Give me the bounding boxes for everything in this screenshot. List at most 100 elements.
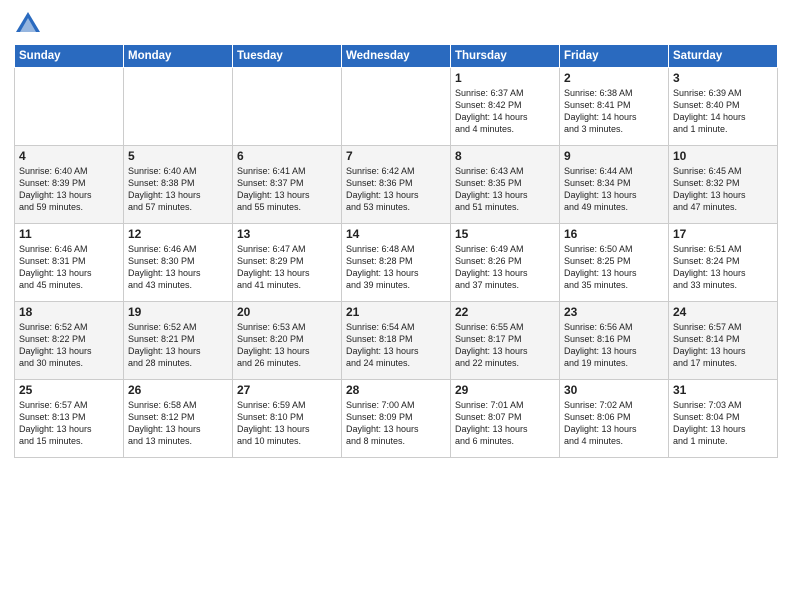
day-info: Sunrise: 6:50 AM Sunset: 8:25 PM Dayligh…	[564, 243, 664, 292]
day-info: Sunrise: 6:40 AM Sunset: 8:38 PM Dayligh…	[128, 165, 228, 214]
day-cell: 20 Sunrise: 6:53 AM Sunset: 8:20 PM Dayli…	[233, 302, 342, 380]
day-info: Sunrise: 6:55 AM Sunset: 8:17 PM Dayligh…	[455, 321, 555, 370]
logo	[14, 10, 46, 38]
day-info: Sunrise: 6:43 AM Sunset: 8:35 PM Dayligh…	[455, 165, 555, 214]
calendar-table: SundayMondayTuesdayWednesdayThursdayFrid…	[14, 44, 778, 458]
day-number: 2	[564, 71, 664, 85]
day-info: Sunrise: 6:46 AM Sunset: 8:31 PM Dayligh…	[19, 243, 119, 292]
header-cell-tuesday: Tuesday	[233, 45, 342, 68]
day-info: Sunrise: 6:52 AM Sunset: 8:22 PM Dayligh…	[19, 321, 119, 370]
day-number: 25	[19, 383, 119, 397]
day-cell: 27 Sunrise: 6:59 AM Sunset: 8:10 PM Dayli…	[233, 380, 342, 458]
day-cell: 8 Sunrise: 6:43 AM Sunset: 8:35 PM Daylig…	[451, 146, 560, 224]
header-cell-wednesday: Wednesday	[342, 45, 451, 68]
day-info: Sunrise: 6:47 AM Sunset: 8:29 PM Dayligh…	[237, 243, 337, 292]
day-cell: 31 Sunrise: 7:03 AM Sunset: 8:04 PM Dayli…	[669, 380, 778, 458]
day-info: Sunrise: 6:38 AM Sunset: 8:41 PM Dayligh…	[564, 87, 664, 136]
day-info: Sunrise: 6:53 AM Sunset: 8:20 PM Dayligh…	[237, 321, 337, 370]
day-number: 8	[455, 149, 555, 163]
day-info: Sunrise: 6:42 AM Sunset: 8:36 PM Dayligh…	[346, 165, 446, 214]
day-cell: 18 Sunrise: 6:52 AM Sunset: 8:22 PM Dayli…	[15, 302, 124, 380]
day-cell: 26 Sunrise: 6:58 AM Sunset: 8:12 PM Dayli…	[124, 380, 233, 458]
day-cell: 21 Sunrise: 6:54 AM Sunset: 8:18 PM Dayli…	[342, 302, 451, 380]
day-cell	[233, 68, 342, 146]
day-number: 15	[455, 227, 555, 241]
page-container: SundayMondayTuesdayWednesdayThursdayFrid…	[0, 0, 792, 466]
day-info: Sunrise: 7:03 AM Sunset: 8:04 PM Dayligh…	[673, 399, 773, 448]
day-cell: 25Sunrise: 6:57 AM Sunset: 8:13 PM Dayli…	[15, 380, 124, 458]
day-number: 21	[346, 305, 446, 319]
day-number: 26	[128, 383, 228, 397]
day-info: Sunrise: 6:51 AM Sunset: 8:24 PM Dayligh…	[673, 243, 773, 292]
day-number: 5	[128, 149, 228, 163]
day-cell: 3Sunrise: 6:39 AM Sunset: 8:40 PM Daylig…	[669, 68, 778, 146]
week-row-5: 25Sunrise: 6:57 AM Sunset: 8:13 PM Dayli…	[15, 380, 778, 458]
week-row-1: 1 Sunrise: 6:37 AM Sunset: 8:42 PM Daylig…	[15, 68, 778, 146]
header-cell-friday: Friday	[560, 45, 669, 68]
day-number: 23	[564, 305, 664, 319]
day-number: 27	[237, 383, 337, 397]
day-info: Sunrise: 6:52 AM Sunset: 8:21 PM Dayligh…	[128, 321, 228, 370]
day-number: 9	[564, 149, 664, 163]
day-number: 13	[237, 227, 337, 241]
day-cell	[342, 68, 451, 146]
day-info: Sunrise: 7:00 AM Sunset: 8:09 PM Dayligh…	[346, 399, 446, 448]
day-info: Sunrise: 6:46 AM Sunset: 8:30 PM Dayligh…	[128, 243, 228, 292]
day-number: 24	[673, 305, 773, 319]
day-number: 16	[564, 227, 664, 241]
day-cell: 24 Sunrise: 6:57 AM Sunset: 8:14 PM Dayli…	[669, 302, 778, 380]
day-number: 18	[19, 305, 119, 319]
day-cell: 14 Sunrise: 6:48 AM Sunset: 8:28 PM Dayli…	[342, 224, 451, 302]
day-cell: 23 Sunrise: 6:56 AM Sunset: 8:16 PM Dayli…	[560, 302, 669, 380]
day-cell: 9 Sunrise: 6:44 AM Sunset: 8:34 PM Daylig…	[560, 146, 669, 224]
week-row-2: 4 Sunrise: 6:40 AM Sunset: 8:39 PM Daylig…	[15, 146, 778, 224]
day-number: 10	[673, 149, 773, 163]
day-number: 4	[19, 149, 119, 163]
day-info: Sunrise: 6:41 AM Sunset: 8:37 PM Dayligh…	[237, 165, 337, 214]
day-cell: 6 Sunrise: 6:41 AM Sunset: 8:37 PM Daylig…	[233, 146, 342, 224]
week-row-4: 18 Sunrise: 6:52 AM Sunset: 8:22 PM Dayli…	[15, 302, 778, 380]
day-info: Sunrise: 6:59 AM Sunset: 8:10 PM Dayligh…	[237, 399, 337, 448]
day-info: Sunrise: 6:44 AM Sunset: 8:34 PM Dayligh…	[564, 165, 664, 214]
day-number: 31	[673, 383, 773, 397]
day-info: Sunrise: 6:37 AM Sunset: 8:42 PM Dayligh…	[455, 87, 555, 136]
day-cell	[124, 68, 233, 146]
day-number: 1	[455, 71, 555, 85]
header-cell-saturday: Saturday	[669, 45, 778, 68]
day-info: Sunrise: 6:40 AM Sunset: 8:39 PM Dayligh…	[19, 165, 119, 214]
day-cell: 5 Sunrise: 6:40 AM Sunset: 8:38 PM Daylig…	[124, 146, 233, 224]
day-number: 22	[455, 305, 555, 319]
day-cell: 2 Sunrise: 6:38 AM Sunset: 8:41 PM Daylig…	[560, 68, 669, 146]
day-info: Sunrise: 6:56 AM Sunset: 8:16 PM Dayligh…	[564, 321, 664, 370]
day-number: 30	[564, 383, 664, 397]
day-info: Sunrise: 7:02 AM Sunset: 8:06 PM Dayligh…	[564, 399, 664, 448]
day-number: 17	[673, 227, 773, 241]
day-cell: 28Sunrise: 7:00 AM Sunset: 8:09 PM Dayli…	[342, 380, 451, 458]
day-cell: 22 Sunrise: 6:55 AM Sunset: 8:17 PM Dayli…	[451, 302, 560, 380]
day-number: 20	[237, 305, 337, 319]
day-number: 29	[455, 383, 555, 397]
header-cell-sunday: Sunday	[15, 45, 124, 68]
day-number: 7	[346, 149, 446, 163]
day-cell: 4 Sunrise: 6:40 AM Sunset: 8:39 PM Daylig…	[15, 146, 124, 224]
day-cell: 11 Sunrise: 6:46 AM Sunset: 8:31 PM Dayli…	[15, 224, 124, 302]
day-info: Sunrise: 6:57 AM Sunset: 8:14 PM Dayligh…	[673, 321, 773, 370]
day-info: Sunrise: 6:58 AM Sunset: 8:12 PM Dayligh…	[128, 399, 228, 448]
day-number: 6	[237, 149, 337, 163]
day-number: 14	[346, 227, 446, 241]
day-info: Sunrise: 6:54 AM Sunset: 8:18 PM Dayligh…	[346, 321, 446, 370]
day-cell: 17 Sunrise: 6:51 AM Sunset: 8:24 PM Dayli…	[669, 224, 778, 302]
day-info: Sunrise: 6:49 AM Sunset: 8:26 PM Dayligh…	[455, 243, 555, 292]
day-cell: 1 Sunrise: 6:37 AM Sunset: 8:42 PM Daylig…	[451, 68, 560, 146]
day-number: 19	[128, 305, 228, 319]
day-cell: 16 Sunrise: 6:50 AM Sunset: 8:25 PM Dayli…	[560, 224, 669, 302]
header-cell-thursday: Thursday	[451, 45, 560, 68]
header-cell-monday: Monday	[124, 45, 233, 68]
day-cell: 30 Sunrise: 7:02 AM Sunset: 8:06 PM Dayli…	[560, 380, 669, 458]
day-cell: 13 Sunrise: 6:47 AM Sunset: 8:29 PM Dayli…	[233, 224, 342, 302]
day-info: Sunrise: 6:48 AM Sunset: 8:28 PM Dayligh…	[346, 243, 446, 292]
day-number: 3	[673, 71, 773, 85]
day-number: 11	[19, 227, 119, 241]
day-cell: 29Sunrise: 7:01 AM Sunset: 8:07 PM Dayli…	[451, 380, 560, 458]
day-number: 12	[128, 227, 228, 241]
